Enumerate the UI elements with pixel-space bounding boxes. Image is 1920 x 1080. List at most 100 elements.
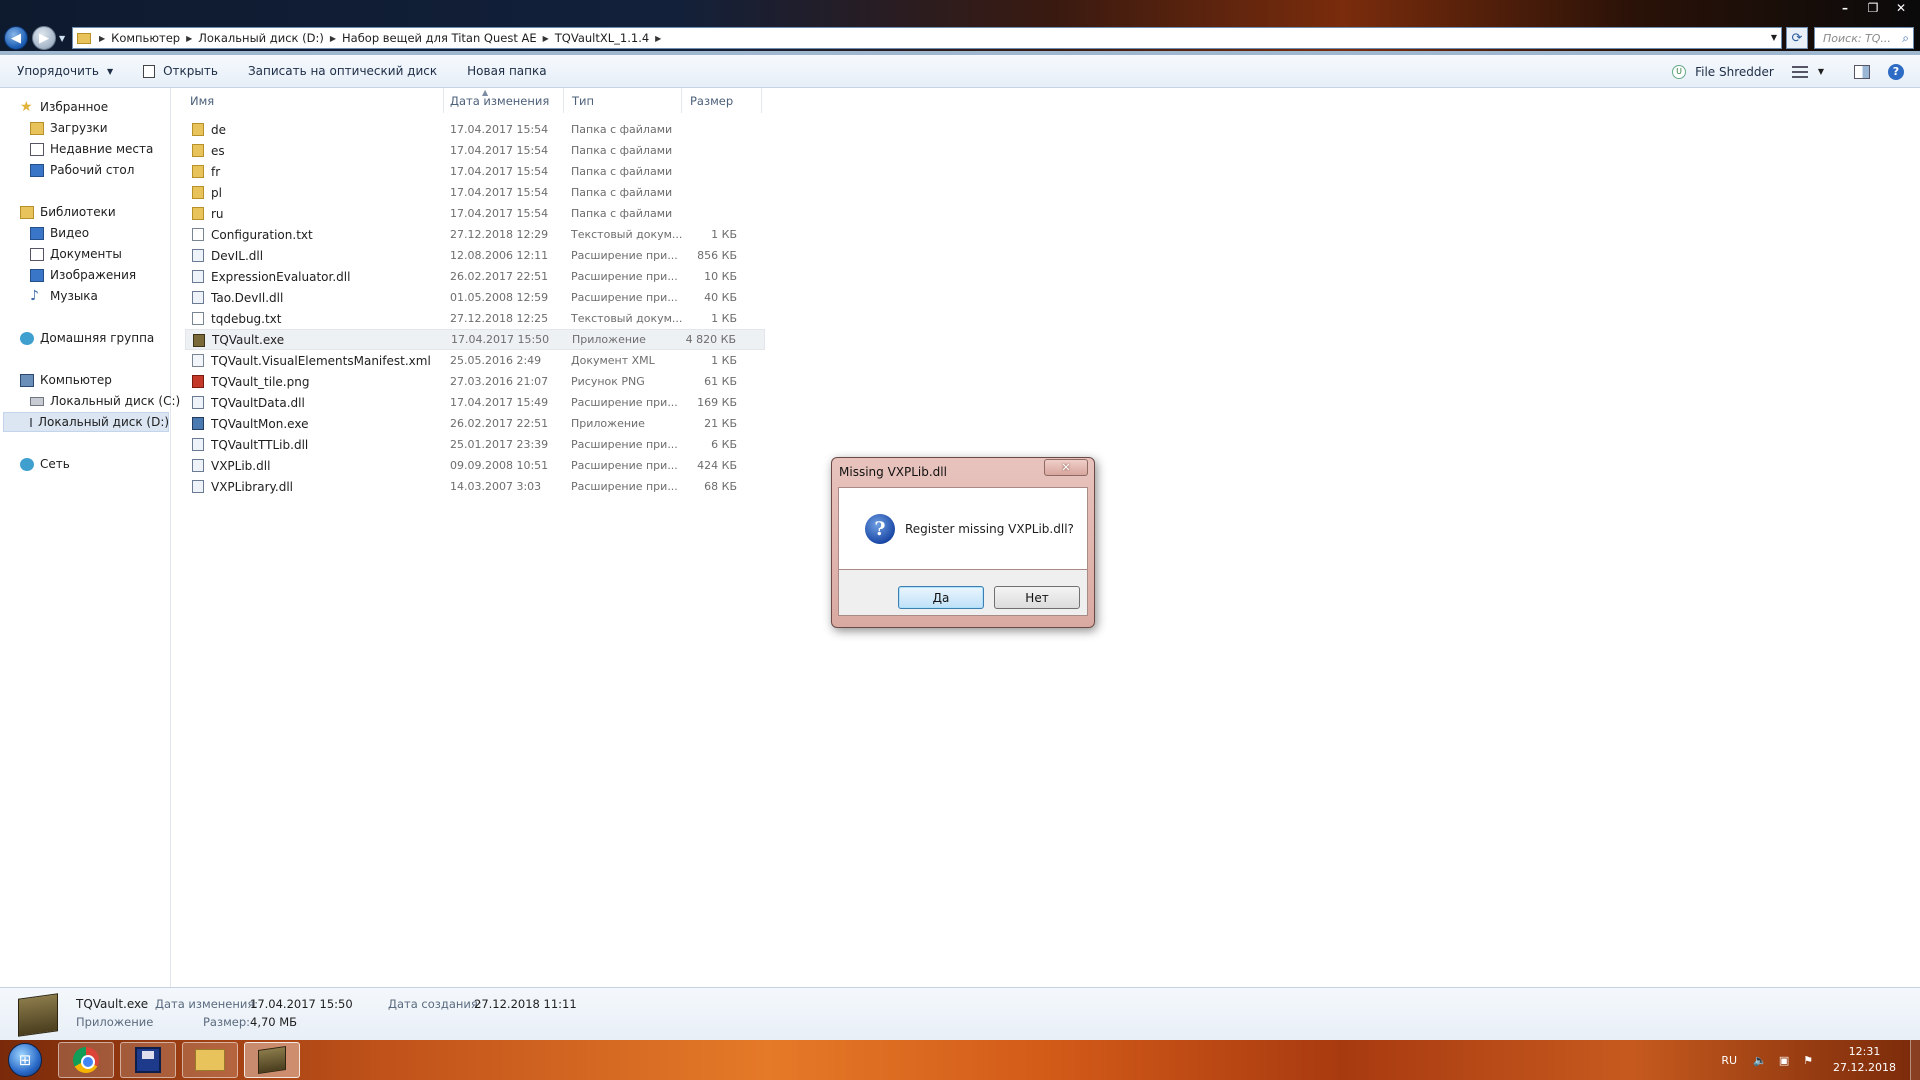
taskbar-save-app[interactable]	[120, 1042, 176, 1078]
nav-computer[interactable]: Компьютер	[20, 370, 112, 390]
start-button[interactable]: ⊞	[8, 1043, 42, 1077]
close-window-button[interactable]: ✕	[1888, 0, 1914, 16]
network-status-icon[interactable]: ▣	[1777, 1054, 1791, 1067]
nav-network-label: Сеть	[40, 457, 70, 471]
no-button[interactable]: Нет	[994, 586, 1080, 609]
file-row[interactable]: Tao.DevIl.dll 01.05.2008 12:59 Расширение …	[185, 287, 765, 308]
column-date[interactable]: Дата изменения	[444, 88, 564, 113]
file-row[interactable]: ExpressionEvaluator.dll 26.02.2017 22:51 Р…	[185, 266, 765, 287]
nav-libraries[interactable]: Библиотеки	[20, 202, 116, 222]
file-row[interactable]: ru 17.04.2017 15:54 Папка с файлами	[185, 203, 765, 224]
pictures-icon	[30, 268, 44, 282]
dialog-close-button[interactable]: ✕	[1044, 459, 1088, 476]
breadcrumb-drive-d[interactable]: Локальный диск (D:)	[198, 31, 324, 45]
address-bar[interactable]: ▶ Компьютер ▶ Локальный диск (D:) ▶ Набо…	[72, 27, 1782, 49]
file-row[interactable]: fr 17.04.2017 15:54 Папка с файлами	[185, 161, 765, 182]
nav-music-label: Музыка	[50, 289, 98, 303]
search-input[interactable]: Поиск: TQ... ⌕	[1814, 27, 1914, 49]
file-name: VXPLib.dll	[211, 458, 271, 473]
drive-icon	[30, 417, 32, 427]
file-shredder-button[interactable]: U File Shredder	[1672, 64, 1774, 79]
nav-drive-c[interactable]: Локальный диск (C:)	[30, 391, 180, 411]
view-dropdown-icon[interactable]: ▼	[1818, 67, 1824, 76]
open-button[interactable]: Открыть	[143, 64, 218, 78]
nav-downloads[interactable]: Загрузки	[30, 118, 108, 138]
nav-homegroup[interactable]: Домашняя группа	[20, 328, 154, 348]
taskbar-explorer[interactable]	[182, 1042, 238, 1078]
chevron-right-icon[interactable]: ▶	[330, 34, 336, 43]
forward-button[interactable]: ▶	[32, 26, 56, 50]
column-size[interactable]: Размер	[682, 88, 762, 113]
chevron-right-icon[interactable]: ▶	[655, 34, 661, 43]
breadcrumb-tqvaultxl[interactable]: TQVaultXL_1.1.4	[555, 31, 649, 45]
nav-music[interactable]: ♪ Музыка	[30, 286, 98, 306]
desktop-icon	[30, 163, 44, 177]
nav-desktop[interactable]: Рабочий стол	[30, 160, 134, 180]
volume-icon[interactable]: 🔈	[1753, 1054, 1767, 1067]
file-row[interactable]: es 17.04.2017 15:54 Папка с файлами	[185, 140, 765, 161]
chevron-right-icon[interactable]: ▶	[543, 34, 549, 43]
file-date: 27.12.2018 12:29	[450, 228, 549, 241]
file-row[interactable]: TQVaultTTLib.dll 25.01.2017 23:39 Расширен…	[185, 434, 765, 455]
nav-recent[interactable]: Недавние места	[30, 139, 153, 159]
music-icon: ♪	[30, 287, 39, 304]
file-name: TQVaultData.dll	[211, 395, 305, 410]
nav-favorites[interactable]: ★ Избранное	[20, 97, 108, 117]
file-row[interactable]: DevIL.dll 12.08.2006 12:11 Расширение при.…	[185, 245, 765, 266]
language-indicator[interactable]: RU	[1721, 1054, 1737, 1067]
file-row[interactable]: pl 17.04.2017 15:54 Папка с файлами	[185, 182, 765, 203]
clock[interactable]: 12:31 27.12.2018	[1833, 1044, 1896, 1076]
nav-pictures[interactable]: Изображения	[30, 265, 136, 285]
minimize-button[interactable]: –	[1832, 0, 1858, 16]
file-row[interactable]: TQVaultMon.exe 26.02.2017 22:51 Приложение…	[185, 413, 765, 434]
nav-pictures-label: Изображения	[50, 268, 137, 282]
help-icon[interactable]: ?	[1888, 63, 1904, 80]
burn-button[interactable]: Записать на оптический диск	[248, 64, 437, 78]
file-row[interactable]: TQVault.exe 17.04.2017 15:50 Приложение 4 8…	[185, 329, 765, 350]
back-button[interactable]: ◀	[4, 26, 28, 50]
taskbar-chrome[interactable]	[58, 1042, 114, 1078]
file-row[interactable]: VXPLib.dll 09.09.2008 10:51 Расширение при…	[185, 455, 765, 476]
change-view-icon[interactable]	[1791, 65, 1808, 78]
new-folder-button[interactable]: Новая папка	[467, 64, 546, 78]
file-row[interactable]: TQVaultData.dll 17.04.2017 15:49 Расширени…	[185, 392, 765, 413]
file-name: TQVault_tile.png	[211, 374, 310, 389]
yes-button[interactable]: Да	[898, 586, 984, 609]
preview-pane-icon[interactable]	[1854, 64, 1870, 79]
show-desktop-button[interactable]	[1910, 1040, 1920, 1080]
search-icon[interactable]: ⌕	[1902, 31, 1909, 46]
nav-drive-d[interactable]: Локальный диск (D:)	[3, 412, 169, 432]
address-history-dropdown[interactable]: ▼	[1771, 33, 1777, 42]
nav-drive-d-label: Локальный диск (D:)	[38, 415, 170, 429]
refresh-button[interactable]: ⟳	[1786, 27, 1808, 49]
folder-icon	[192, 186, 204, 199]
nav-video-label: Видео	[50, 226, 90, 240]
nav-network[interactable]: Сеть	[20, 454, 70, 474]
window-titlebar: – ❐ ✕ ◀ ▶ ▼ ▶ Компьютер ▶ Локальный диск…	[0, 0, 1920, 55]
chevron-right-icon[interactable]: ▶	[99, 34, 105, 43]
maximize-button[interactable]: ❐	[1860, 0, 1886, 16]
file-row[interactable]: de 17.04.2017 15:54 Папка с файлами	[185, 119, 765, 140]
recent-pages-dropdown[interactable]: ▼	[59, 34, 65, 43]
column-name[interactable]: Имя	[172, 88, 444, 113]
file-row[interactable]: TQVault.VisualElementsManifest.xml 25.05.…	[185, 350, 765, 371]
organize-button[interactable]: Упорядочить ▼	[17, 64, 113, 78]
breadcrumb-computer[interactable]: Компьютер	[111, 31, 180, 45]
action-center-icon[interactable]: ⚑	[1801, 1054, 1815, 1067]
nav-video[interactable]: Видео	[30, 223, 89, 243]
file-type: Расширение при...	[571, 249, 678, 262]
breadcrumb-titan-quest[interactable]: Набор вещей для Titan Quest AE	[342, 31, 537, 45]
column-type[interactable]: Тип	[564, 88, 682, 113]
file-row[interactable]: Configuration.txt 27.12.2018 12:29 Текстов…	[185, 224, 765, 245]
file-row[interactable]: TQVault_tile.png 27.03.2016 21:07 Рисунок …	[185, 371, 765, 392]
file-row[interactable]: VXPLibrary.dll 14.03.2007 3:03 Расширение …	[185, 476, 765, 497]
file-type: Текстовый докум...	[571, 312, 683, 325]
folder-icon	[192, 144, 204, 157]
chevron-right-icon[interactable]: ▶	[186, 34, 192, 43]
file-date: 14.03.2007 3:03	[450, 480, 542, 493]
open-label: Открыть	[163, 64, 218, 78]
file-row[interactable]: tqdebug.txt 27.12.2018 12:25 Текстовый док…	[185, 308, 765, 329]
nav-documents[interactable]: Документы	[30, 244, 122, 264]
nav-libraries-label: Библиотеки	[40, 205, 116, 219]
taskbar-tqvault[interactable]	[244, 1042, 300, 1078]
